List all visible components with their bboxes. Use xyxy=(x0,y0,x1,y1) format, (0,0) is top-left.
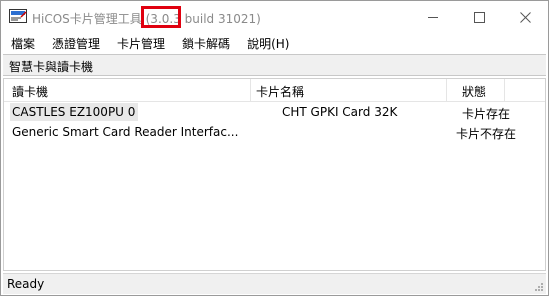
minimize-icon xyxy=(428,16,438,18)
reader-cell: CASTLES EZ100PU 0 xyxy=(12,105,136,119)
status-text: Ready xyxy=(7,277,45,291)
table-row[interactable]: CASTLES EZ100PU 0 CHT GPKI Card 32K 卡片存在 xyxy=(4,102,545,122)
card-cell: CHT GPKI Card 32K xyxy=(282,105,398,119)
status-bar: Ready xyxy=(3,273,546,294)
card-reader-icon xyxy=(9,9,27,23)
group-header: 智慧卡與讀卡機 xyxy=(3,54,546,76)
status-cell: 卡片存在 xyxy=(462,107,511,121)
menu-card[interactable]: 卡片管理 xyxy=(107,35,172,52)
status-cell: 卡片不存在 xyxy=(456,127,517,141)
column-divider[interactable] xyxy=(250,79,251,101)
column-divider[interactable] xyxy=(504,79,505,101)
maximize-icon xyxy=(473,11,485,23)
list-header: 讀卡機 卡片名稱 狀態 xyxy=(4,79,545,102)
column-divider[interactable] xyxy=(446,79,447,101)
menu-help[interactable]: 說明(H) xyxy=(237,35,296,52)
close-icon xyxy=(519,11,531,23)
group-title: 智慧卡與讀卡機 xyxy=(9,60,94,74)
title-suffix: build 31021) xyxy=(180,12,261,26)
column-header-reader[interactable]: 讀卡機 xyxy=(12,83,48,100)
menu-unlock[interactable]: 鎖卡解碼 xyxy=(172,35,237,52)
resize-grip-icon[interactable] xyxy=(534,282,544,292)
menu-bar: 檔案 憑證管理 卡片管理 鎖卡解碼 說明(H) xyxy=(1,33,548,53)
window-title: HiCOS卡片管理工具 (3.0.3 build 31021) xyxy=(32,10,261,27)
maximize-button[interactable] xyxy=(456,1,502,33)
minimize-button[interactable] xyxy=(410,1,456,33)
title-prefix: HiCOS卡片管理工具 xyxy=(32,12,146,26)
column-header-card[interactable]: 卡片名稱 xyxy=(256,83,304,100)
reader-cell: Generic Smart Card Reader Interfac... xyxy=(12,125,239,139)
title-bar[interactable]: HiCOS卡片管理工具 (3.0.3 build 31021) xyxy=(1,1,548,33)
menu-file[interactable]: 檔案 xyxy=(1,35,42,52)
table-row[interactable]: Generic Smart Card Reader Interfac... 卡片… xyxy=(4,122,545,142)
app-window: HiCOS卡片管理工具 (3.0.3 build 31021) 檔案 憑證管理 … xyxy=(0,0,549,296)
title-version: (3.0.3 xyxy=(145,12,181,26)
column-header-status[interactable]: 狀態 xyxy=(462,83,486,100)
close-button[interactable] xyxy=(502,1,548,33)
reader-list[interactable]: 讀卡機 卡片名稱 狀態 CASTLES EZ100PU 0 CHT GPKI C… xyxy=(3,78,546,271)
menu-certificate[interactable]: 憑證管理 xyxy=(42,35,107,52)
